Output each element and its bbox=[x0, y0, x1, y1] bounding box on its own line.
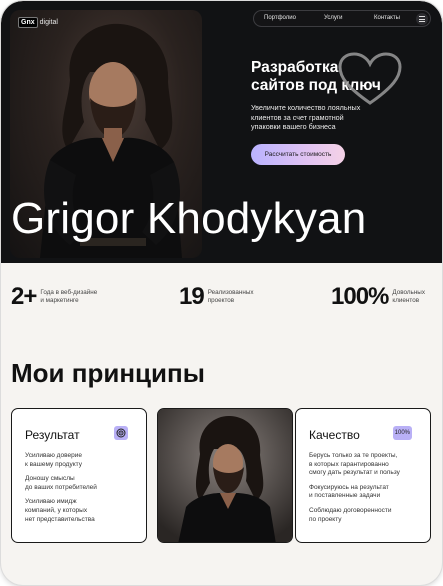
top-nav: Портфолио Услуги Контакты bbox=[253, 10, 431, 27]
card-title: Результат bbox=[25, 428, 80, 442]
card-list: Берусь только за те проекты, в которых г… bbox=[309, 452, 421, 530]
portrait-photo-small bbox=[158, 409, 292, 542]
list-item: Берусь только за те проекты, в которых г… bbox=[309, 452, 400, 477]
nav-item-services[interactable]: Услуги bbox=[324, 15, 342, 21]
principle-card-result: Результат Усиливаю доверие к вашему прод… bbox=[11, 408, 147, 543]
stat-value: 100% bbox=[331, 283, 389, 310]
card-list: Усиливаю доверие к вашему продукту Донош… bbox=[25, 452, 137, 530]
list-item: Фокусируюсь на результат и поставленные … bbox=[309, 483, 389, 500]
card-title: Качество bbox=[309, 428, 360, 442]
overlay-name-caption: Grigor Khodykyan bbox=[11, 194, 367, 243]
stat-projects: 19 Реализованных проектов bbox=[179, 283, 254, 311]
stat-label: Довольных клиентов bbox=[392, 289, 425, 304]
logo-mark: Gnx bbox=[18, 17, 38, 28]
hero-section: Gnx digital Портфолио Услуги Контакты Ра… bbox=[1, 1, 442, 263]
list-item: Усиливаю имидж компаний, у которых нет п… bbox=[25, 498, 95, 523]
stat-label: Реализованных проектов bbox=[207, 289, 254, 304]
target-icon bbox=[114, 426, 128, 440]
device-frame: Gnx digital Портфолио Услуги Контакты Ра… bbox=[1, 1, 442, 585]
heart-icon bbox=[338, 52, 402, 105]
principle-card-quality: Качество 100% Берусь только за те проект… bbox=[295, 408, 431, 543]
stat-experience: 2+ Года в веб-дизайне и маркетинге bbox=[11, 283, 97, 311]
list-item: Доношу смыслы до ваших потребителей bbox=[25, 475, 97, 491]
calculate-cost-button[interactable]: Рассчитать стоимость bbox=[251, 144, 345, 165]
portrait-card bbox=[157, 408, 293, 543]
principles-title: Мои принципы bbox=[11, 358, 205, 388]
list-item: Соблюдаю договоренности по проекту bbox=[309, 506, 392, 523]
hero-subtitle: Увеличите количество лояльных клиентов з… bbox=[251, 103, 361, 131]
stat-value: 2+ bbox=[11, 283, 37, 310]
list-item: Усиливаю доверие к вашему продукту bbox=[25, 452, 82, 468]
logo[interactable]: Gnx digital bbox=[18, 17, 58, 28]
stat-clients: 100% Довольных клиентов bbox=[331, 283, 425, 311]
stat-label: Года в веб-дизайне и маркетинге bbox=[40, 289, 98, 304]
nav-item-contacts[interactable]: Контакты bbox=[374, 15, 400, 21]
percent-badge: 100% bbox=[392, 426, 412, 440]
nav-item-portfolio[interactable]: Портфолио bbox=[264, 15, 296, 21]
menu-icon[interactable] bbox=[416, 13, 428, 25]
stat-value: 19 bbox=[179, 283, 205, 310]
logo-text: digital bbox=[39, 19, 58, 26]
